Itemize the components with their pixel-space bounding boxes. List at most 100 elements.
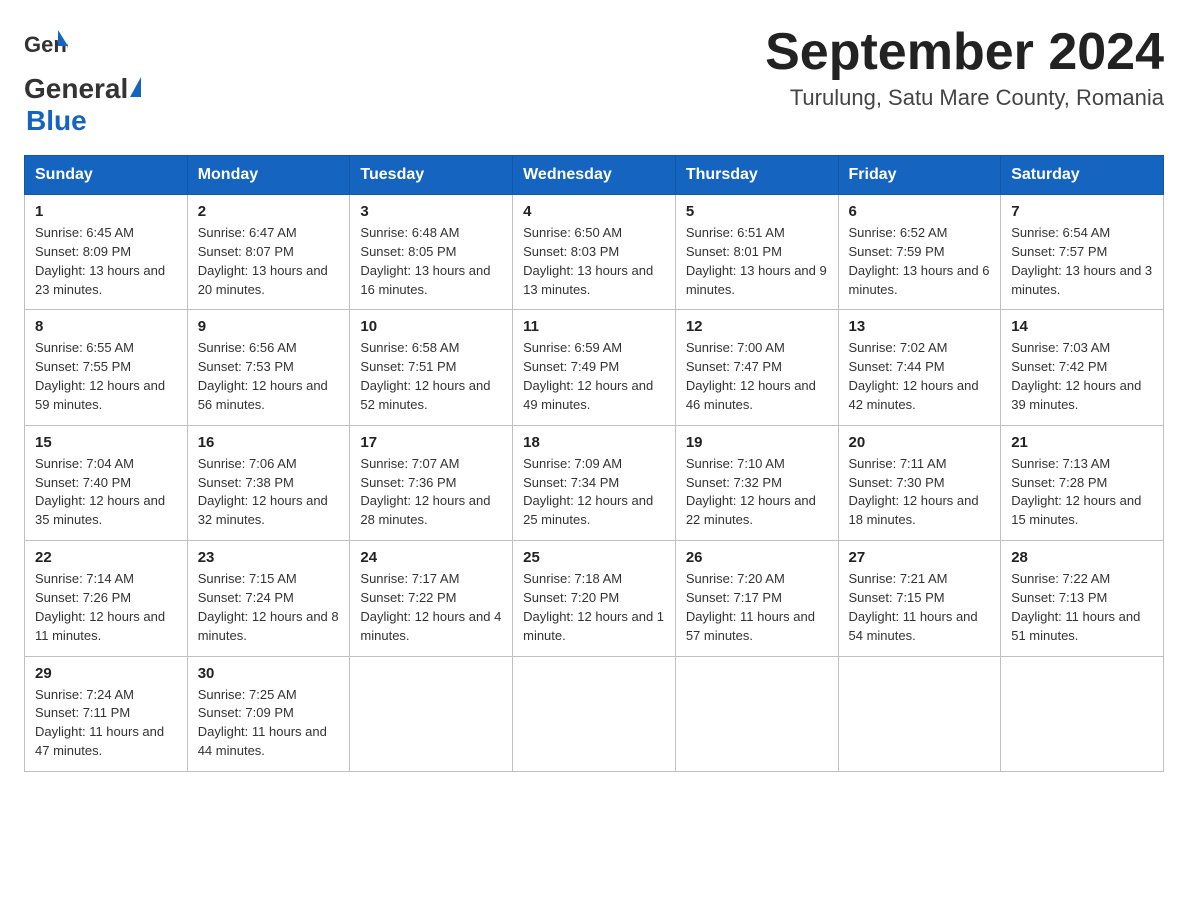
day-info: Sunrise: 7:03 AMSunset: 7:42 PMDaylight:… [1011, 339, 1153, 414]
calendar-cell: 21 Sunrise: 7:13 AMSunset: 7:28 PMDaylig… [1001, 425, 1164, 540]
day-number: 16 [198, 434, 340, 451]
day-info: Sunrise: 7:00 AMSunset: 7:47 PMDaylight:… [686, 339, 828, 414]
day-number: 14 [1011, 318, 1153, 335]
day-info: Sunrise: 7:06 AMSunset: 7:38 PMDaylight:… [198, 455, 340, 530]
day-number: 20 [849, 434, 991, 451]
day-info: Sunrise: 6:51 AMSunset: 8:01 PMDaylight:… [686, 224, 828, 299]
day-number: 30 [198, 665, 340, 682]
day-number: 17 [360, 434, 502, 451]
day-info: Sunrise: 7:07 AMSunset: 7:36 PMDaylight:… [360, 455, 502, 530]
day-info: Sunrise: 6:50 AMSunset: 8:03 PMDaylight:… [523, 224, 665, 299]
calendar-cell: 24 Sunrise: 7:17 AMSunset: 7:22 PMDaylig… [350, 541, 513, 656]
day-info: Sunrise: 7:15 AMSunset: 7:24 PMDaylight:… [198, 570, 340, 645]
calendar-cell: 17 Sunrise: 7:07 AMSunset: 7:36 PMDaylig… [350, 425, 513, 540]
calendar-cell: 1 Sunrise: 6:45 AMSunset: 8:09 PMDayligh… [25, 195, 188, 310]
weekday-header-wednesday: Wednesday [513, 156, 676, 195]
calendar-cell: 16 Sunrise: 7:06 AMSunset: 7:38 PMDaylig… [187, 425, 350, 540]
weekday-header-saturday: Saturday [1001, 156, 1164, 195]
day-info: Sunrise: 6:56 AMSunset: 7:53 PMDaylight:… [198, 339, 340, 414]
day-number: 5 [686, 203, 828, 220]
page-header: General General Blue September 2024 Turu… [24, 24, 1164, 137]
calendar-table: SundayMondayTuesdayWednesdayThursdayFrid… [24, 155, 1164, 772]
title-area: September 2024 Turulung, Satu Mare Count… [765, 24, 1164, 111]
calendar-title: September 2024 [765, 24, 1164, 81]
day-number: 9 [198, 318, 340, 335]
calendar-week-1: 1 Sunrise: 6:45 AMSunset: 8:09 PMDayligh… [25, 195, 1164, 310]
day-info: Sunrise: 7:09 AMSunset: 7:34 PMDaylight:… [523, 455, 665, 530]
day-number: 24 [360, 549, 502, 566]
calendar-cell: 19 Sunrise: 7:10 AMSunset: 7:32 PMDaylig… [675, 425, 838, 540]
day-info: Sunrise: 6:48 AMSunset: 8:05 PMDaylight:… [360, 224, 502, 299]
day-number: 19 [686, 434, 828, 451]
day-number: 11 [523, 318, 665, 335]
logo-area: General General Blue [24, 24, 142, 137]
calendar-cell [350, 656, 513, 771]
day-number: 15 [35, 434, 177, 451]
calendar-cell [838, 656, 1001, 771]
day-info: Sunrise: 7:04 AMSunset: 7:40 PMDaylight:… [35, 455, 177, 530]
day-number: 25 [523, 549, 665, 566]
day-number: 13 [849, 318, 991, 335]
day-info: Sunrise: 6:45 AMSunset: 8:09 PMDaylight:… [35, 224, 177, 299]
day-info: Sunrise: 6:47 AMSunset: 8:07 PMDaylight:… [198, 224, 340, 299]
day-number: 7 [1011, 203, 1153, 220]
calendar-cell: 23 Sunrise: 7:15 AMSunset: 7:24 PMDaylig… [187, 541, 350, 656]
logo-triangle-icon [130, 77, 141, 97]
weekday-header-monday: Monday [187, 156, 350, 195]
day-number: 1 [35, 203, 177, 220]
day-info: Sunrise: 7:10 AMSunset: 7:32 PMDaylight:… [686, 455, 828, 530]
day-number: 22 [35, 549, 177, 566]
calendar-cell: 5 Sunrise: 6:51 AMSunset: 8:01 PMDayligh… [675, 195, 838, 310]
calendar-cell: 28 Sunrise: 7:22 AMSunset: 7:13 PMDaylig… [1001, 541, 1164, 656]
calendar-cell [513, 656, 676, 771]
day-number: 4 [523, 203, 665, 220]
day-info: Sunrise: 7:17 AMSunset: 7:22 PMDaylight:… [360, 570, 502, 645]
logo-general: General [24, 73, 128, 105]
logo-icon: General [24, 24, 68, 73]
day-number: 21 [1011, 434, 1153, 451]
calendar-week-5: 29 Sunrise: 7:24 AMSunset: 7:11 PMDaylig… [25, 656, 1164, 771]
logo-blue: Blue [24, 105, 87, 137]
weekday-header-friday: Friday [838, 156, 1001, 195]
day-number: 10 [360, 318, 502, 335]
day-number: 12 [686, 318, 828, 335]
day-number: 8 [35, 318, 177, 335]
day-info: Sunrise: 7:22 AMSunset: 7:13 PMDaylight:… [1011, 570, 1153, 645]
calendar-cell: 11 Sunrise: 6:59 AMSunset: 7:49 PMDaylig… [513, 310, 676, 425]
calendar-cell: 30 Sunrise: 7:25 AMSunset: 7:09 PMDaylig… [187, 656, 350, 771]
day-info: Sunrise: 7:21 AMSunset: 7:15 PMDaylight:… [849, 570, 991, 645]
day-number: 18 [523, 434, 665, 451]
calendar-cell [1001, 656, 1164, 771]
day-info: Sunrise: 7:11 AMSunset: 7:30 PMDaylight:… [849, 455, 991, 530]
weekday-header-row: SundayMondayTuesdayWednesdayThursdayFrid… [25, 156, 1164, 195]
calendar-week-3: 15 Sunrise: 7:04 AMSunset: 7:40 PMDaylig… [25, 425, 1164, 540]
day-number: 28 [1011, 549, 1153, 566]
day-info: Sunrise: 6:54 AMSunset: 7:57 PMDaylight:… [1011, 224, 1153, 299]
day-number: 26 [686, 549, 828, 566]
calendar-cell: 26 Sunrise: 7:20 AMSunset: 7:17 PMDaylig… [675, 541, 838, 656]
day-info: Sunrise: 7:18 AMSunset: 7:20 PMDaylight:… [523, 570, 665, 645]
calendar-cell: 27 Sunrise: 7:21 AMSunset: 7:15 PMDaylig… [838, 541, 1001, 656]
calendar-cell [675, 656, 838, 771]
day-info: Sunrise: 7:25 AMSunset: 7:09 PMDaylight:… [198, 686, 340, 761]
calendar-week-2: 8 Sunrise: 6:55 AMSunset: 7:55 PMDayligh… [25, 310, 1164, 425]
weekday-header-thursday: Thursday [675, 156, 838, 195]
calendar-cell: 8 Sunrise: 6:55 AMSunset: 7:55 PMDayligh… [25, 310, 188, 425]
day-info: Sunrise: 7:24 AMSunset: 7:11 PMDaylight:… [35, 686, 177, 761]
day-number: 6 [849, 203, 991, 220]
calendar-cell: 4 Sunrise: 6:50 AMSunset: 8:03 PMDayligh… [513, 195, 676, 310]
day-info: Sunrise: 6:52 AMSunset: 7:59 PMDaylight:… [849, 224, 991, 299]
calendar-cell: 9 Sunrise: 6:56 AMSunset: 7:53 PMDayligh… [187, 310, 350, 425]
day-number: 3 [360, 203, 502, 220]
day-info: Sunrise: 6:58 AMSunset: 7:51 PMDaylight:… [360, 339, 502, 414]
calendar-cell: 15 Sunrise: 7:04 AMSunset: 7:40 PMDaylig… [25, 425, 188, 540]
calendar-cell: 29 Sunrise: 7:24 AMSunset: 7:11 PMDaylig… [25, 656, 188, 771]
day-number: 23 [198, 549, 340, 566]
calendar-week-4: 22 Sunrise: 7:14 AMSunset: 7:26 PMDaylig… [25, 541, 1164, 656]
calendar-subtitle: Turulung, Satu Mare County, Romania [765, 85, 1164, 111]
day-info: Sunrise: 6:55 AMSunset: 7:55 PMDaylight:… [35, 339, 177, 414]
weekday-header-tuesday: Tuesday [350, 156, 513, 195]
calendar-cell: 2 Sunrise: 6:47 AMSunset: 8:07 PMDayligh… [187, 195, 350, 310]
calendar-cell: 13 Sunrise: 7:02 AMSunset: 7:44 PMDaylig… [838, 310, 1001, 425]
calendar-cell: 14 Sunrise: 7:03 AMSunset: 7:42 PMDaylig… [1001, 310, 1164, 425]
